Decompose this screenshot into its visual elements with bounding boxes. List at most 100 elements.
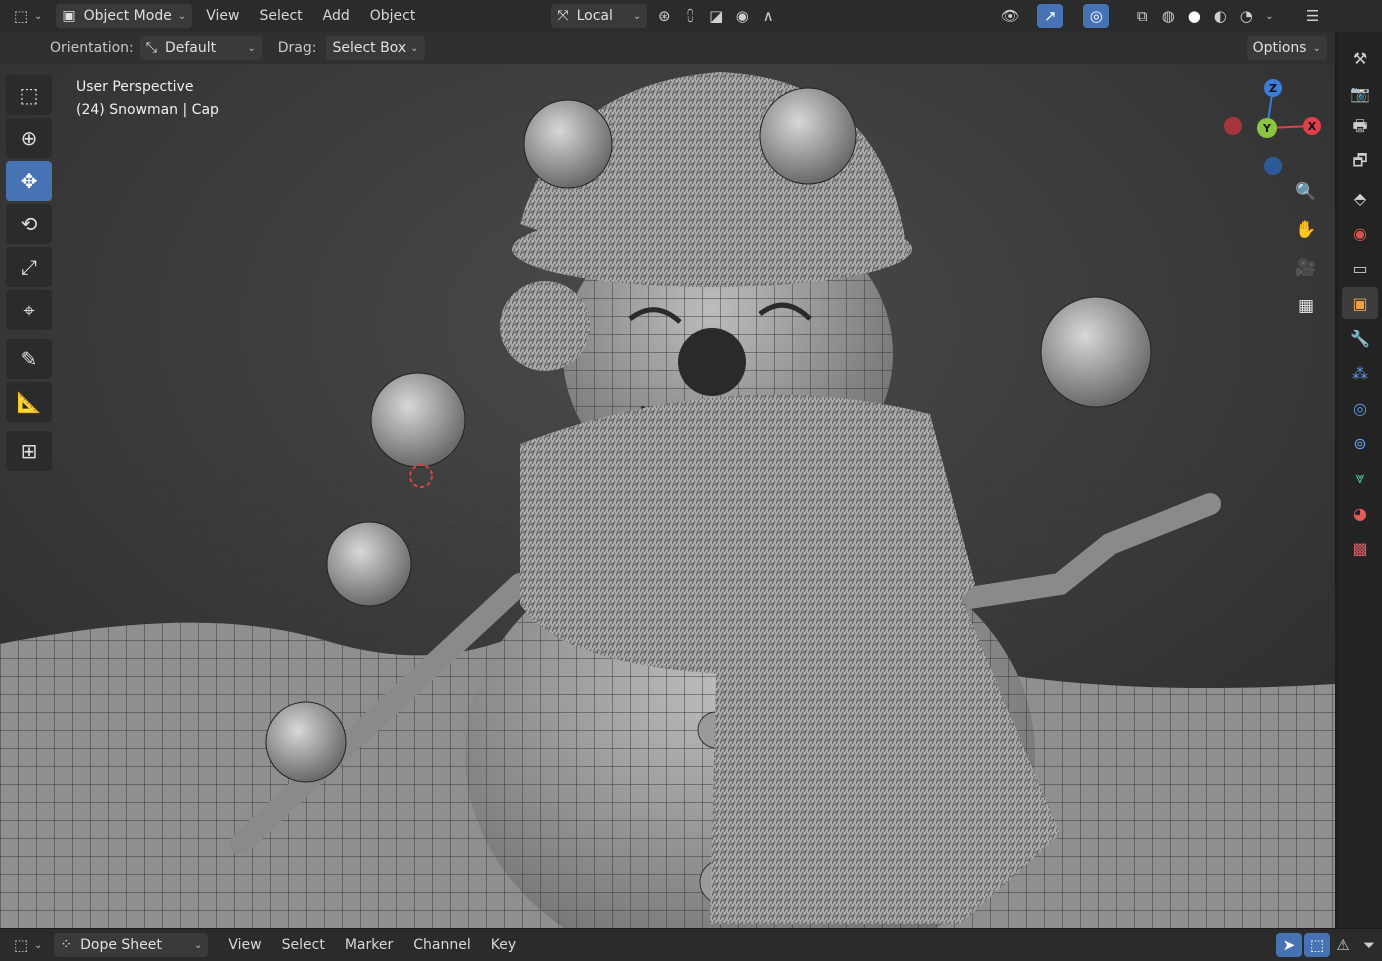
gizmo-y-label: Y xyxy=(1262,122,1272,135)
menu-select[interactable]: Select xyxy=(249,8,312,24)
select-box-tool-icon[interactable]: ⬚ xyxy=(6,75,52,115)
editor-type-icon[interactable]: ⬚ xyxy=(8,4,34,28)
menu-select[interactable]: Select xyxy=(272,937,335,953)
particle-properties-icon[interactable]: ⁂ xyxy=(1342,357,1378,389)
render-properties-icon[interactable]: 📷 xyxy=(1342,77,1378,109)
show-hidden-icon[interactable]: ⬚ xyxy=(1304,933,1330,957)
material-properties-icon[interactable]: ◕ xyxy=(1342,497,1378,529)
viewport-info: User Perspective (24) Snowman | Cap xyxy=(76,76,219,122)
drag-label: Drag: xyxy=(277,40,317,56)
editor-type-icon[interactable]: ⬚ xyxy=(8,933,34,957)
navigation-gizmo[interactable]: Z X Y xyxy=(1220,76,1330,186)
scale-tool-icon[interactable]: ⤢ xyxy=(6,247,52,287)
texture-properties-icon[interactable]: ▩ xyxy=(1342,532,1378,564)
3d-viewport[interactable]: User Perspective (24) Snowman | Cap xyxy=(0,64,1335,928)
gizmo-x-label: X xyxy=(1308,120,1317,133)
xray-icon[interactable]: ⧉ xyxy=(1129,4,1155,28)
perspective-toggle-icon[interactable]: ▦ xyxy=(1290,290,1322,322)
chevron-down-icon: ⌄ xyxy=(247,42,256,54)
rendered-shading-icon[interactable]: ◔ xyxy=(1233,4,1259,28)
dope-sheet-header: ⬚ ⌄ ⁘ Dope Sheet ⌄ View Select Marker Ch… xyxy=(0,928,1382,961)
tool-shelf: ⬚ ⊕ ✥ ⟲ ⤢ ⌖ ✎ 📐 ⊞ xyxy=(6,75,54,474)
modifier-properties-icon[interactable]: 🔧 xyxy=(1342,322,1378,354)
orientation-icon: ⤡ xyxy=(145,40,157,56)
transform-space-icon: ⤧ xyxy=(557,8,569,24)
cursor-tool-icon[interactable]: ⊕ xyxy=(6,118,52,158)
zoom-icon[interactable]: 🔍 xyxy=(1290,176,1322,208)
transform-space-dropdown[interactable]: ⤧ Local ⌄ xyxy=(551,4,648,28)
snap-icon[interactable]: ⩇ xyxy=(677,4,703,28)
material-shading-icon[interactable]: ◐ xyxy=(1207,4,1233,28)
menu-marker[interactable]: Marker xyxy=(335,937,403,953)
orientation-label: Orientation: xyxy=(50,40,134,56)
menu-add[interactable]: Add xyxy=(313,8,360,24)
menu-view[interactable]: View xyxy=(218,937,271,953)
orientation-value: Default xyxy=(164,40,217,56)
collection-properties-icon[interactable]: ▭ xyxy=(1342,252,1378,284)
overlays-toggle-icon[interactable]: ◎ xyxy=(1083,4,1110,28)
object-label: (24) Snowman | Cap xyxy=(76,102,219,118)
physics-properties-icon[interactable]: ◎ xyxy=(1342,392,1378,424)
menu-channel[interactable]: Channel xyxy=(403,937,480,953)
proportional-edit-icon[interactable]: ◉ xyxy=(729,4,755,28)
only-errors-icon[interactable]: ⚠ xyxy=(1330,933,1356,957)
move-tool-icon[interactable]: ✥ xyxy=(6,161,52,201)
chevron-down-icon: ⌄ xyxy=(632,10,642,22)
menu-object[interactable]: Object xyxy=(360,8,426,24)
menu-view[interactable]: View xyxy=(196,8,249,24)
gizmo-neg-z[interactable] xyxy=(1264,157,1282,175)
camera-view-icon[interactable]: 🎥 xyxy=(1290,252,1322,284)
snap-target-icon[interactable]: ◪ xyxy=(703,4,729,28)
drag-dropdown[interactable]: Select Box ⌄ xyxy=(326,36,425,60)
transform-tool-icon[interactable]: ⌖ xyxy=(6,290,52,330)
chevron-down-icon: ⌄ xyxy=(34,939,43,951)
orientation-dropdown[interactable]: ⤡ Default ⌄ xyxy=(139,36,262,60)
tool-header: Orientation: ⤡ Default ⌄ Drag: Select Bo… xyxy=(0,32,1335,64)
add-cube-tool-icon[interactable]: ⊞ xyxy=(6,431,52,471)
pan-hand-icon[interactable]: ✋ xyxy=(1290,214,1322,246)
menu-key[interactable]: Key xyxy=(481,937,526,953)
measure-tool-icon[interactable]: 📐 xyxy=(6,382,52,422)
chevron-down-icon: ⌄ xyxy=(177,10,187,22)
annotate-tool-icon[interactable]: ✎ xyxy=(6,339,52,379)
dope-sheet-icon: ⁘ xyxy=(60,937,73,953)
editor-mode-dropdown[interactable]: ⁘ Dope Sheet ⌄ xyxy=(54,933,209,957)
properties-editor-type-icon[interactable]: ☰ xyxy=(1300,4,1326,28)
snowman-nose xyxy=(678,328,746,396)
filter-icon[interactable]: ⏷ xyxy=(1356,933,1382,957)
pivot-point-icon[interactable]: ⊛ xyxy=(651,4,677,28)
constraint-properties-icon[interactable]: ⊚ xyxy=(1342,427,1378,459)
rotate-tool-icon[interactable]: ⟲ xyxy=(6,204,52,244)
solid-shading-icon[interactable]: ● xyxy=(1181,4,1207,28)
options-label: Options xyxy=(1252,40,1307,56)
object-properties-icon[interactable]: ▣ xyxy=(1342,287,1378,319)
cap-pompom xyxy=(500,281,590,371)
falloff-icon[interactable]: ∧ xyxy=(755,4,781,28)
wireframe-shading-icon[interactable]: ◍ xyxy=(1155,4,1181,28)
chevron-down-icon: ⌄ xyxy=(1312,42,1321,54)
chevron-down-icon: ⌄ xyxy=(194,939,203,951)
drag-value: Select Box xyxy=(332,40,407,56)
viewport-header: ⬚ ⌄ ▣ Object Mode ⌄ View Select Add Obje… xyxy=(0,0,1382,32)
mode-label: Object Mode xyxy=(83,8,172,24)
gizmo-neg-x[interactable] xyxy=(1224,117,1242,135)
chevron-down-icon: ⌄ xyxy=(410,42,419,54)
options-dropdown[interactable]: Options ⌄ xyxy=(1246,36,1327,60)
shading-chevron[interactable]: ⌄ xyxy=(1265,11,1273,22)
only-selected-icon[interactable]: ➤ xyxy=(1276,933,1302,957)
properties-tabs: ⚒ 📷 🖶 🗗 ⬘ ◉ ▭ ▣ 🔧 ⁂ ◎ ⊚ ⩔ ◕ ▩ xyxy=(1338,32,1382,928)
object-mode-icon: ▣ xyxy=(62,8,76,24)
gizmo-toggle-icon[interactable]: ↗ xyxy=(1037,4,1064,28)
mode-dropdown[interactable]: ▣ Object Mode ⌄ xyxy=(56,4,193,28)
view-layer-icon[interactable]: 🗗 xyxy=(1342,147,1378,179)
output-properties-icon[interactable]: 🖶 xyxy=(1342,112,1378,144)
scene-render xyxy=(0,64,1335,928)
data-properties-icon[interactable]: ⩔ xyxy=(1342,462,1378,494)
visibility-icon[interactable]: 👁 xyxy=(997,4,1023,28)
editor-label: Dope Sheet xyxy=(80,937,162,953)
tool-properties-icon[interactable]: ⚒ xyxy=(1342,42,1378,74)
navigation-buttons: 🔍 ✋ 🎥 ▦ xyxy=(1290,176,1324,328)
world-properties-icon[interactable]: ◉ xyxy=(1342,217,1378,249)
scene-properties-icon[interactable]: ⬘ xyxy=(1342,182,1378,214)
gizmo-z-label: Z xyxy=(1269,82,1277,95)
